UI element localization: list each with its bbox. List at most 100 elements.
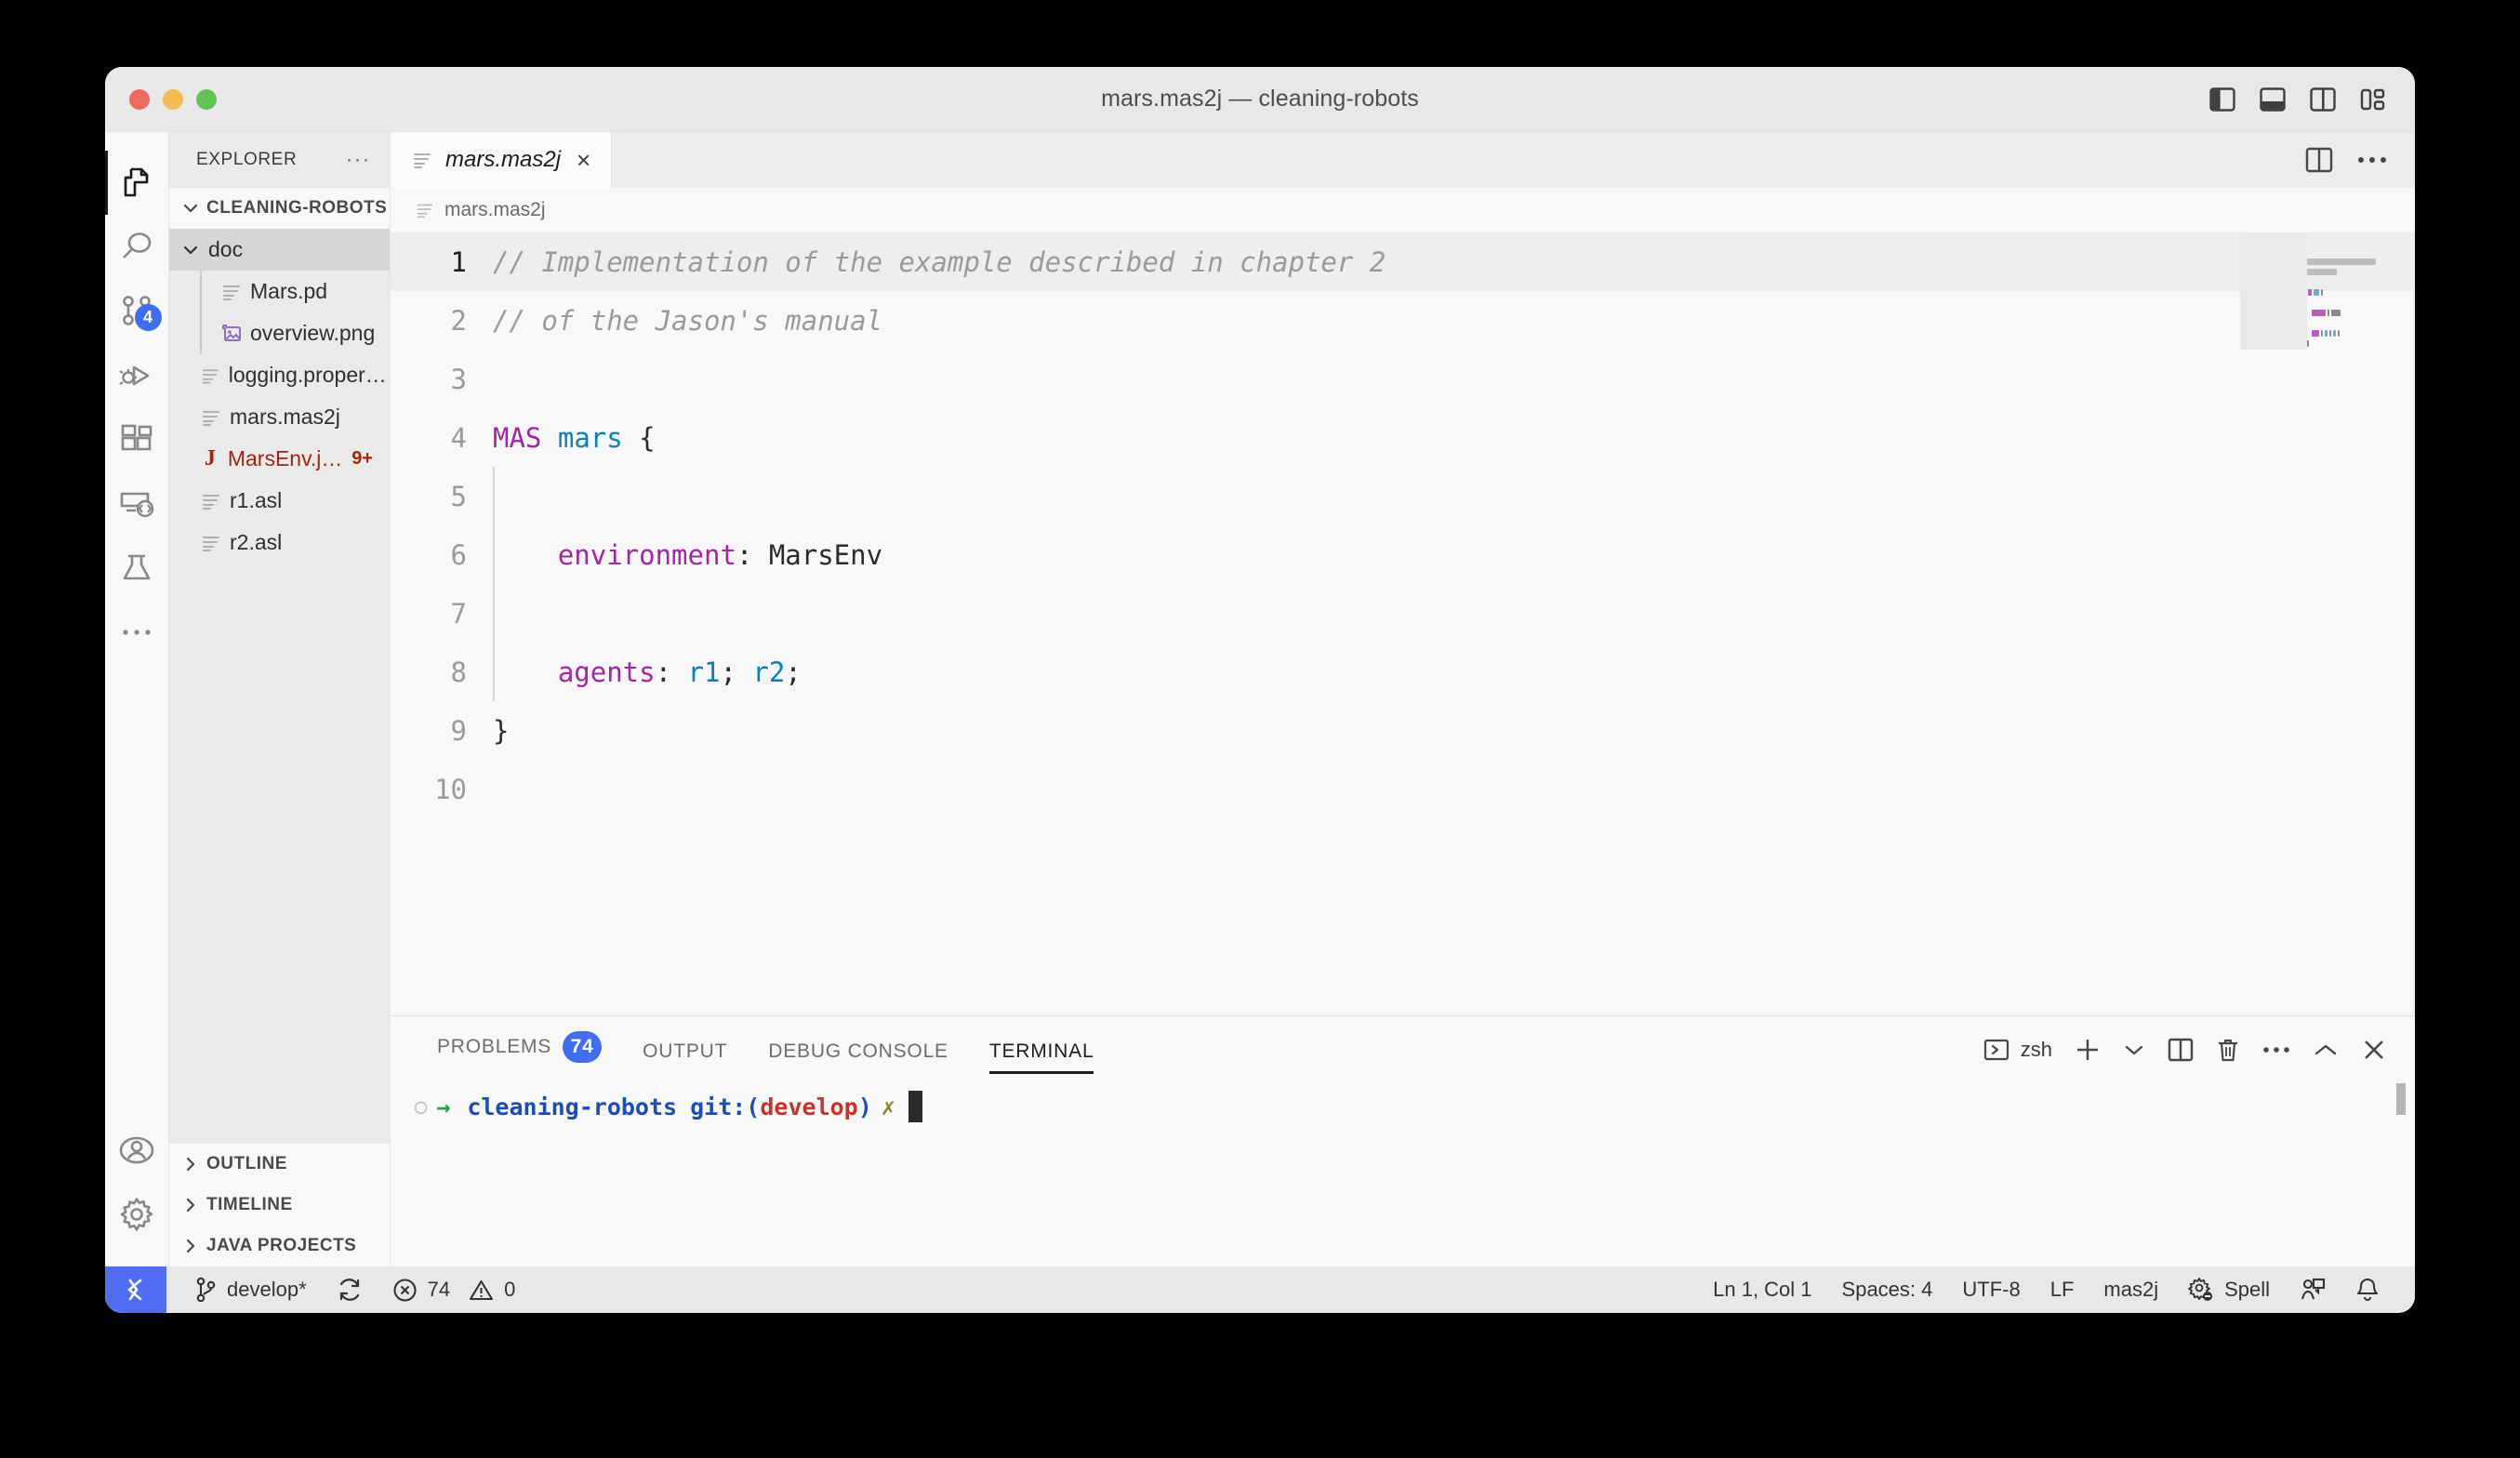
code-token: MarsEnv <box>768 538 883 571</box>
status-cursor-position[interactable]: Ln 1, Col 1 <box>1698 1266 1826 1313</box>
status-indentation[interactable]: Spaces: 4 <box>1827 1266 1948 1313</box>
section-outline[interactable]: OUTLINE <box>169 1144 390 1185</box>
code-line[interactable]: 6 environment: MarsEnv <box>391 525 2415 584</box>
tab-terminal[interactable]: TERMINAL <box>969 1040 1115 1074</box>
status-language-mode[interactable]: mas2j <box>2089 1266 2173 1313</box>
tab-problems[interactable]: PROBLEMS 74 <box>417 1031 622 1074</box>
close-window-button[interactable] <box>129 88 150 110</box>
code-line[interactable]: 4 MAS mars { <box>391 408 2415 467</box>
manage-settings-button[interactable] <box>105 1182 169 1246</box>
maximize-window-button[interactable] <box>196 88 217 110</box>
code-token: environment <box>557 538 736 571</box>
status-notifications[interactable] <box>2341 1266 2394 1313</box>
more-actions-icon[interactable] <box>2262 1045 2290 1054</box>
kill-terminal-icon[interactable] <box>2216 1037 2240 1063</box>
tree-item-label: overview.png <box>250 321 376 345</box>
sidebar-item-remote-explorer[interactable] <box>105 471 169 536</box>
tab-mars-mas2j[interactable]: mars.mas2j × <box>391 132 613 188</box>
code-token: } <box>493 714 510 747</box>
sidebar-item-source-control[interactable]: 4 <box>105 279 169 343</box>
code-line[interactable]: 8 agents: r1; r2; <box>391 643 2415 701</box>
tab-output-label: OUTPUT <box>643 1040 728 1062</box>
minimap-slider[interactable] <box>2240 232 2307 350</box>
sidebar-item-run-and-debug[interactable] <box>105 343 169 407</box>
new-terminal-icon[interactable] <box>2075 1037 2101 1063</box>
sidebar-item-testing[interactable] <box>105 536 169 600</box>
status-indentation-label: Spaces: 4 <box>1841 1278 1933 1301</box>
tree-item-logging-properties[interactable]: logging.properties <box>169 354 390 396</box>
tab-output[interactable]: OUTPUT <box>622 1040 748 1074</box>
sidebar-item-search[interactable] <box>105 215 169 279</box>
code-line[interactable]: 7 <box>391 584 2415 643</box>
terminal-cursor <box>908 1091 922 1122</box>
code-token: MAS <box>493 421 542 454</box>
terminal-scrollbar[interactable] <box>2396 1083 2406 1115</box>
code-line[interactable]: 3 <box>391 350 2415 408</box>
remote-window-indicator[interactable] <box>105 1266 166 1313</box>
terminal-shell-selector[interactable]: zsh <box>1983 1037 2052 1063</box>
split-editor-icon[interactable] <box>2305 147 2333 173</box>
additional-views-button[interactable] <box>105 600 169 664</box>
close-panel-icon[interactable] <box>2361 1037 2387 1063</box>
code-line[interactable]: 1 // Implementation of the example descri… <box>391 232 2415 291</box>
split-terminal-icon[interactable] <box>2168 1038 2194 1062</box>
tree-item-r1-asl[interactable]: r1.asl <box>169 480 390 522</box>
minimap[interactable] <box>2240 232 2398 1015</box>
tree-item-mars-pd[interactable]: Mars.pd <box>169 271 390 312</box>
terminal-icon <box>1983 1039 2009 1061</box>
line-number: 5 <box>450 480 467 512</box>
customize-layout-icon[interactable] <box>2359 86 2387 113</box>
status-eol[interactable]: LF <box>2036 1266 2089 1313</box>
toggle-primary-sidebar-icon[interactable] <box>2208 86 2236 113</box>
tab-debug-console[interactable]: DEBUG CONSOLE <box>748 1040 969 1074</box>
collapse-panel-icon[interactable] <box>2313 1040 2339 1059</box>
line-number: 8 <box>450 656 467 688</box>
more-actions-icon[interactable] <box>2357 155 2387 165</box>
status-cursor-position-label: Ln 1, Col 1 <box>1713 1278 1812 1301</box>
status-branch[interactable]: develop* <box>179 1266 322 1313</box>
code-line[interactable]: 2 // of the Jason's manual <box>391 291 2415 350</box>
editor-group: mars.mas2j × mars.mas2j 1 // Implementati… <box>391 132 2415 1266</box>
terminal-shell-label: zsh <box>2020 1038 2052 1061</box>
code-line[interactable]: 10 <box>391 760 2415 818</box>
tree-item-marsenv-java[interactable]: J MarsEnv.java 9+ <box>169 438 390 480</box>
minimap-line <box>2308 289 2398 299</box>
tree-item-r2-asl[interactable]: r2.asl <box>169 522 390 563</box>
status-encoding[interactable]: UTF-8 <box>1947 1266 2035 1313</box>
status-problems[interactable]: 74 0 <box>378 1266 531 1313</box>
ellipsis-icon <box>123 629 151 635</box>
tree-item-mars-mas2j[interactable]: mars.mas2j <box>169 396 390 438</box>
bell-icon <box>2356 1278 2379 1301</box>
toggle-secondary-sidebar-icon[interactable] <box>2309 86 2337 113</box>
status-sync-changes[interactable] <box>322 1266 378 1313</box>
close-icon[interactable]: × <box>577 146 590 175</box>
file-lines-icon <box>417 204 433 219</box>
workspace-root-header[interactable]: CLEANING-ROBOTS <box>169 188 390 229</box>
breadcrumb[interactable]: mars.mas2j <box>391 188 2415 232</box>
sidebar-item-extensions[interactable] <box>105 407 169 471</box>
tab-terminal-label: TERMINAL <box>988 1040 1094 1062</box>
sidebar-item-explorer[interactable] <box>105 151 169 215</box>
explorer-more-actions[interactable]: ··· <box>346 149 371 171</box>
code-line[interactable]: 9} <box>391 701 2415 760</box>
editor-vertical-scrollbar[interactable] <box>2413 232 2415 1015</box>
accounts-button[interactable] <box>105 1118 169 1182</box>
tree-item-overview-png[interactable]: overview.png <box>169 312 390 354</box>
code-editor[interactable]: 1 // Implementation of the example descri… <box>391 232 2415 1015</box>
code-line[interactable]: 5 <box>391 467 2415 525</box>
terminal-dropdown-icon[interactable] <box>2123 1042 2145 1057</box>
file-lines-icon <box>203 536 219 551</box>
line-number: 2 <box>450 304 467 337</box>
minimap-line <box>2312 310 2398 320</box>
tree-item-doc[interactable]: doc <box>169 229 390 271</box>
account-icon <box>119 1136 154 1163</box>
status-spell-checker[interactable]: Spell <box>2173 1266 2285 1313</box>
minimap-token <box>2312 330 2320 337</box>
toggle-panel-icon[interactable] <box>2259 86 2287 113</box>
minimize-window-button[interactable] <box>163 88 183 110</box>
tree-item-label: Mars.pd <box>250 279 328 303</box>
terminal-view[interactable]: ○ → cleaning-robots git:( develop ) ✗ <box>391 1074 2415 1266</box>
section-timeline[interactable]: TIMELINE <box>169 1185 390 1226</box>
status-live-share[interactable] <box>2285 1266 2341 1313</box>
section-java-projects[interactable]: JAVA PROJECTS <box>169 1226 390 1266</box>
